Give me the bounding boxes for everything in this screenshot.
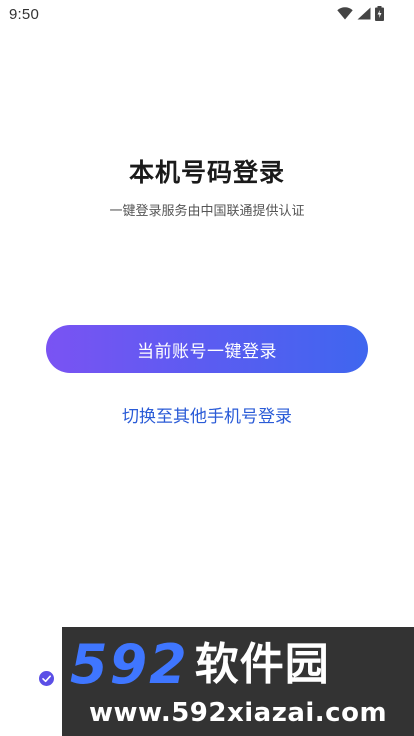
one-click-login-button[interactable]: 当前账号一键登录: [46, 325, 368, 373]
status-bar: 9:50: [0, 0, 414, 28]
watermark-brand-number: 592: [70, 633, 189, 696]
watermark-url: www.592xiazai.com: [88, 698, 388, 728]
watermark-brand-name: 软件园: [194, 639, 330, 690]
page-subtitle: 一键登录服务由中国联通提供认证: [109, 204, 305, 219]
agreement-checkbox[interactable]: [39, 671, 54, 686]
site-watermark: 592 软件园 www.592xiazai.com: [62, 627, 414, 736]
check-icon: [39, 671, 54, 686]
watermark-brand: 592 软件园: [70, 635, 330, 695]
page-title: 本机号码登录: [128, 158, 285, 187]
status-time: 9:50: [9, 6, 39, 23]
switch-phone-login-link[interactable]: 切换至其他手机号登录: [0, 402, 414, 427]
battery-icon: [375, 6, 384, 21]
cell-signal-icon: [357, 7, 371, 20]
status-icons: [337, 6, 384, 21]
login-screen: 9:50 本机号码登录 一键登录服务由中国联通提供认证 当前账号一键登录 切换至…: [0, 0, 414, 736]
wifi-icon: [337, 7, 353, 20]
